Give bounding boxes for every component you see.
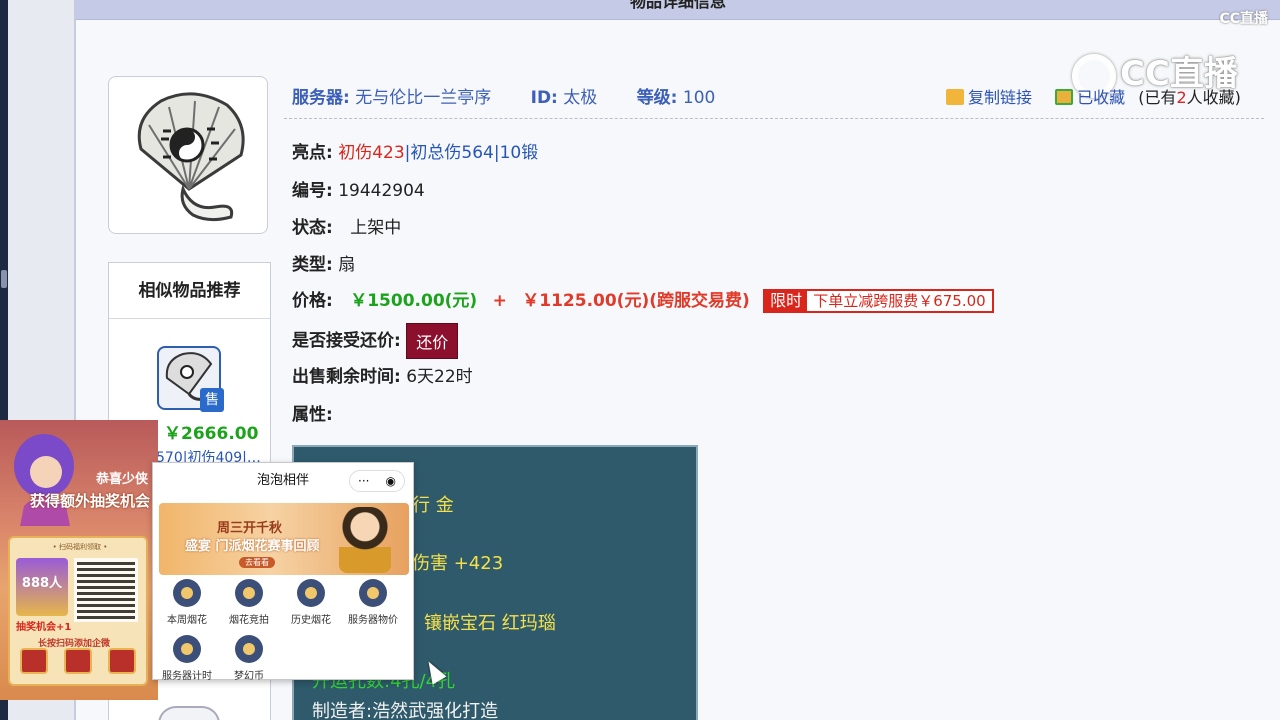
menu-history-fireworks[interactable]: 历史烟花 [279, 579, 343, 626]
type-label: 类型: [292, 255, 333, 275]
number-label: 编号: [292, 181, 333, 201]
menu-item-label: 历史烟花 [291, 615, 331, 626]
cross-server-fee: ￥1125.00(元)(跨服交易费) [522, 291, 750, 311]
remaining-time-value: 6天22时 [406, 367, 473, 387]
lottery-promo-card[interactable]: 恭喜少侠 获得额外抽奖机会 • 扫码福利领取 • 888人 抽奖机会+1 长按扫… [0, 420, 158, 700]
id-label: ID: [530, 88, 558, 108]
status-label: 状态: [292, 218, 333, 238]
banner-character-icon [339, 507, 391, 573]
price-main: ￥1500.00(元) [350, 291, 478, 311]
promo-ticket: 888人 [16, 558, 68, 616]
limited-time-promo: 限时 下单立减跨服费￥675.00 [763, 289, 994, 313]
item-image [108, 76, 268, 234]
coin-icon [235, 635, 263, 663]
highlight-initial-damage: 初伤423 [338, 143, 405, 163]
price-label: 价格: [292, 291, 333, 311]
menu-item-label: 梦幻币 [234, 671, 264, 682]
favorited-button[interactable]: 已收藏 [1077, 88, 1125, 107]
promo-text: 下单立减跨服费￥675.00 [807, 291, 992, 311]
banner-title: 周三开千秋 [217, 521, 283, 536]
promo-plus-one: 抽奖机会+1 [16, 622, 72, 633]
menu-item-label: 服务器物价 [348, 615, 398, 626]
promo-tag: 限时 [765, 291, 808, 311]
mini-app-header: 泡泡相伴 ··· ◉ [153, 463, 413, 499]
counter-offer-button[interactable]: 还价 [406, 323, 459, 359]
fav-count-suffix: 人收藏) [1186, 88, 1241, 107]
fav-count-prefix: (已有 [1138, 88, 1177, 107]
menu-item-label: 服务器计时 [162, 671, 212, 682]
number-value: 19442904 [338, 181, 425, 201]
mini-app-title: 泡泡相伴 [256, 473, 309, 488]
counter-offer-label: 是否接受还价: [292, 331, 401, 351]
cc-live-watermark-small: CC直播 [1219, 11, 1268, 27]
menu-item-label: 本周烟花 [167, 615, 207, 626]
menu-server-timer[interactable]: 服务器计时 [155, 635, 219, 682]
fireworks-icon [173, 579, 201, 607]
panel-title: 物品详细信息 [76, 0, 1280, 20]
mini-app-window: 泡泡相伴 ··· ◉ 周三开千秋 盛宴 门派烟花赛事回顾 去看看 本周烟花 烟花… [152, 462, 414, 682]
header-divider [284, 118, 1264, 119]
copy-link-icon [946, 89, 964, 105]
level-label: 等级: [636, 88, 678, 108]
type-value: 扇 [338, 255, 356, 275]
gift-icon [108, 648, 136, 674]
attr-five-elements: 行 金 [412, 495, 454, 516]
menu-fireworks-auction[interactable]: 烟花竞拍 [217, 579, 281, 626]
character-avatar-icon [14, 434, 74, 526]
for-sale-badge: 售 [200, 388, 224, 412]
promo-congrats: 恭喜少侠 [96, 472, 149, 487]
type-row: 类型: 扇 [292, 250, 355, 275]
price-plus: + [492, 291, 507, 311]
remaining-time-row: 出售剩余时间: 6天22时 [292, 362, 473, 387]
gift-icon [20, 648, 48, 674]
banner-subtitle: 盛宴 门派烟花赛事回顾 [185, 539, 320, 554]
similar-item-price: ￥2666.00 [164, 424, 259, 444]
favorite-icon [1055, 89, 1074, 105]
attributes-row: 属性: [292, 400, 333, 425]
similar-items-title: 相似物品推荐 [109, 263, 270, 319]
timer-icon [173, 635, 201, 663]
price-row: 价格: ￥1500.00(元) + ￥1125.00(元)(跨服交易费) 限时 … [292, 286, 994, 313]
more-icon[interactable]: ··· [358, 471, 369, 491]
copy-link-button[interactable]: 复制链接 [968, 88, 1032, 107]
level-value: 100 [682, 88, 716, 108]
close-icon[interactable]: ◉ [386, 471, 396, 491]
server-info-line: 服务器: 无与伦比一兰亭序 ID: 太极 等级: 100 [292, 83, 749, 108]
history-icon [297, 579, 325, 607]
qr-code-icon [74, 558, 138, 622]
banner-button[interactable]: 去看看 [239, 557, 275, 568]
remaining-time-label: 出售剩余时间: [292, 367, 401, 387]
gift-icon [64, 648, 92, 674]
attr-gem: 镶嵌宝石 红玛瑙 [424, 613, 556, 634]
attr-damage: 伤害 +423 [412, 553, 504, 574]
resize-handle[interactable] [1, 270, 7, 288]
number-row: 编号: 19442904 [292, 176, 425, 201]
server-value: 无与伦比一兰亭序 [355, 88, 492, 108]
mini-app-capsule: ··· ◉ [349, 470, 405, 492]
price-icon [359, 579, 387, 607]
status-row: 状态: 上架中 [292, 213, 401, 238]
server-label: 服务器: [292, 88, 350, 108]
counter-offer-row: 是否接受还价: 还价 [292, 323, 459, 359]
menu-item-label: 烟花竞拍 [229, 615, 269, 626]
promo-inner-top: • 扫码福利领取 • [52, 543, 108, 551]
auction-icon [235, 579, 263, 607]
menu-weekly-fireworks[interactable]: 本周烟花 [155, 579, 219, 626]
status-value: 上架中 [350, 218, 402, 238]
similar-item-icon-2[interactable] [158, 706, 220, 720]
fav-count: 2 [1176, 88, 1187, 107]
menu-dream-coin[interactable]: 梦幻币 [217, 635, 281, 682]
item-actions: 复制链接 已收藏 (已有2人收藏) [946, 84, 1241, 108]
attributes-label: 属性: [292, 405, 333, 425]
highlight-total-damage: 初总伤564 [410, 143, 494, 163]
fan-weapon-icon [137, 92, 245, 222]
promo-gain: 获得额外抽奖机会 [30, 492, 151, 510]
highlight-label: 亮点: [292, 143, 333, 163]
attr-maker: 制造者:浩然武强化打造 [312, 701, 499, 720]
id-value: 太极 [563, 88, 598, 108]
menu-server-prices[interactable]: 服务器物价 [341, 579, 405, 626]
highlight-forge: 10锻 [499, 143, 539, 163]
mini-app-banner[interactable]: 周三开千秋 盛宴 门派烟花赛事回顾 去看看 [159, 503, 409, 575]
highlight-row: 亮点: 初伤423|初总伤564|10锻 [292, 138, 538, 163]
